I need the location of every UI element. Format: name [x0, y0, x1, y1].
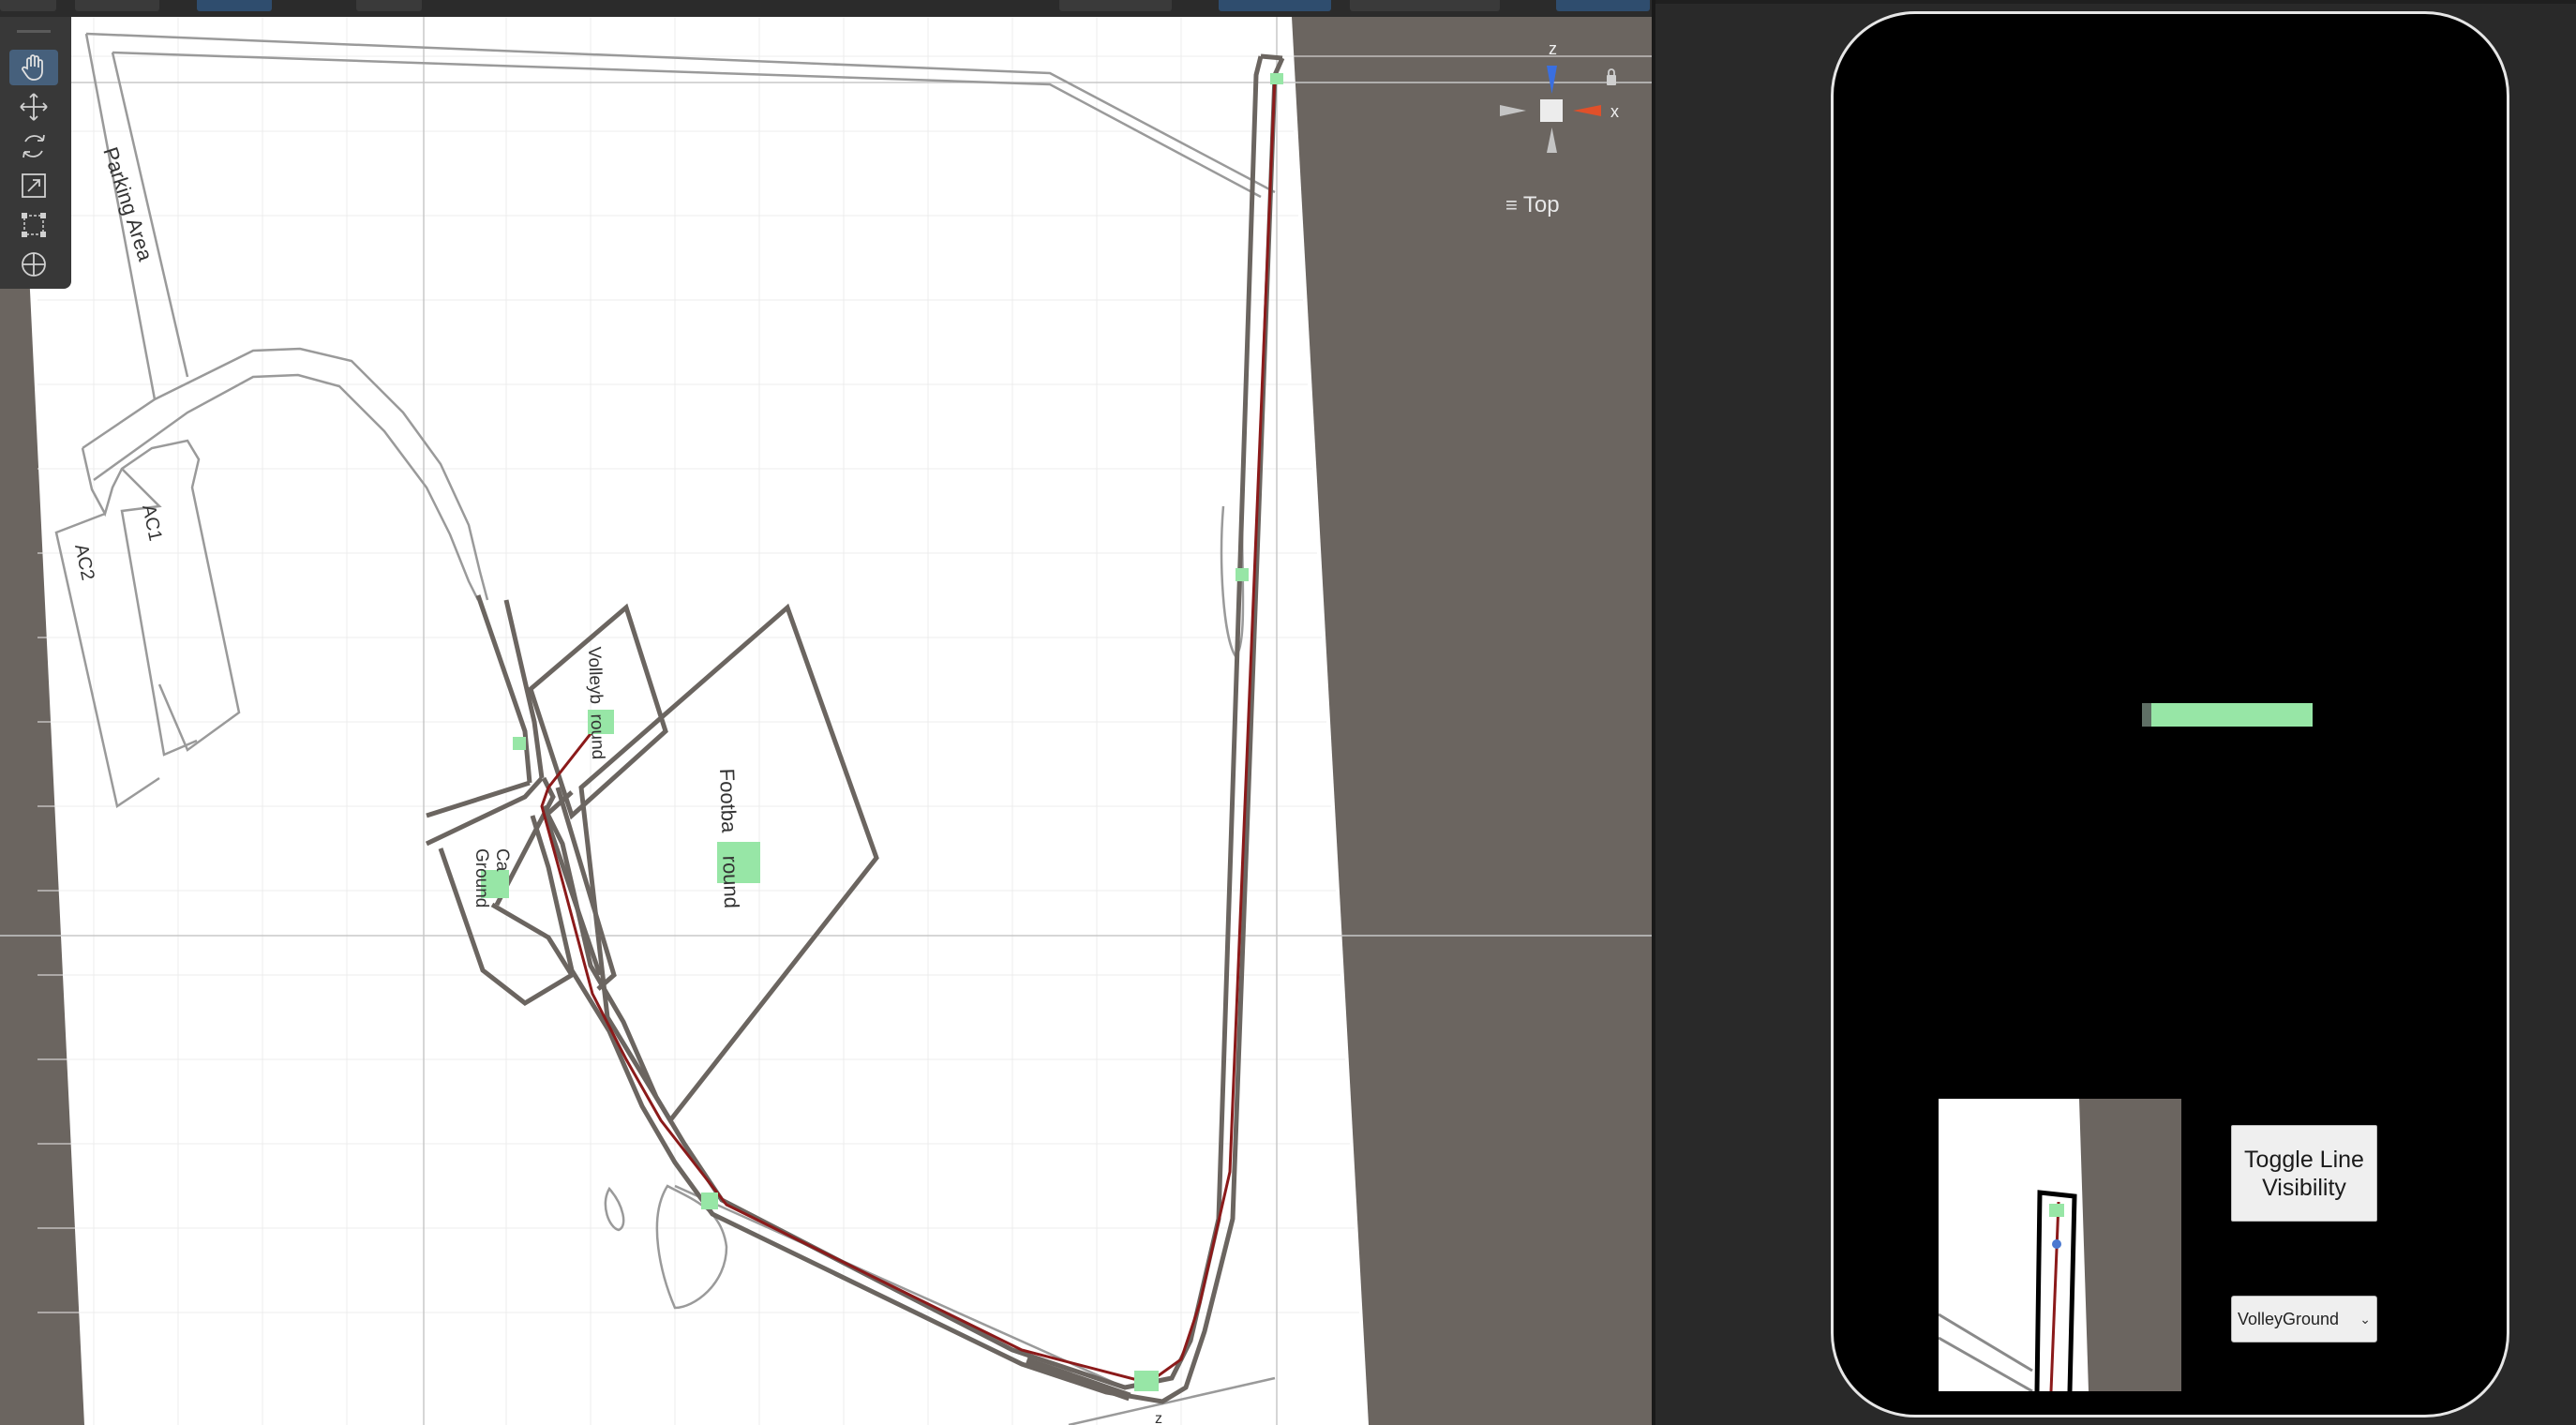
toolbar-button[interactable] — [1556, 0, 1650, 11]
toolbar-button[interactable] — [1059, 0, 1172, 11]
game-view-header — [1655, 0, 2576, 4]
toolbar-button[interactable] — [1219, 0, 1331, 11]
tool-palette — [0, 17, 71, 289]
toolbar-button[interactable] — [356, 0, 422, 11]
player-dot — [2052, 1239, 2061, 1249]
move-arrows-icon — [20, 93, 48, 121]
rect-transform-icon — [22, 213, 46, 237]
minimap-marker — [2049, 1204, 2064, 1217]
toolbar-button[interactable] — [75, 0, 159, 11]
x-axis-cone — [1573, 105, 1601, 116]
scene-canvas[interactable]: Parking Area AC1 AC2 Volleyb round Footb… — [0, 17, 1652, 1425]
cafe-ground-label-line2: Ground — [472, 848, 491, 908]
hand-tool[interactable] — [9, 50, 58, 85]
z-axis-cone — [1547, 66, 1557, 94]
scale-icon — [22, 173, 46, 198]
move-tool[interactable] — [9, 89, 58, 125]
destination-selected-value: VolleyGround — [2238, 1309, 2340, 1328]
cafe-ground-label-line1: Ca — [492, 848, 512, 872]
destination-marker-edge — [2142, 703, 2151, 727]
gizmo-x-label: x — [1610, 102, 1619, 121]
rect-tool[interactable] — [9, 207, 58, 243]
orientation-gizmo[interactable]: z x — [1490, 35, 1640, 178]
hamburger-icon: ≡ — [1505, 193, 1518, 217]
toolbar-button[interactable] — [1350, 0, 1500, 11]
minimap[interactable] — [1939, 1099, 2181, 1391]
toolbar-button[interactable] — [197, 0, 272, 11]
drag-handle[interactable] — [17, 30, 51, 33]
ground-plane — [17, 17, 1369, 1425]
rotate-tool[interactable] — [9, 128, 58, 164]
neg-z-axis-cone — [1547, 128, 1557, 153]
svg-text:z: z — [1155, 1411, 1162, 1425]
rotate-icon — [22, 134, 45, 158]
destination-marker — [2142, 703, 2313, 727]
view-mode-button[interactable]: ≡ Top — [1505, 192, 1560, 218]
toolbar-button[interactable] — [0, 0, 56, 11]
volley-ground-label: Volleyb round — [584, 646, 607, 759]
toggle-line-visibility-button[interactable]: Toggle Line Visibility — [2231, 1125, 2377, 1222]
scale-tool[interactable] — [9, 168, 58, 203]
view-mode-label: Top — [1522, 192, 1560, 218]
transform-icon — [22, 252, 46, 277]
neg-x-axis-cone — [1500, 105, 1526, 116]
gizmo-z-label: z — [1549, 39, 1557, 58]
lock-icon — [1607, 75, 1616, 85]
scene-toolbar — [0, 0, 1652, 17]
football-ground-label: Footba round — [715, 768, 743, 908]
hand-icon — [22, 54, 43, 81]
transform-tool[interactable] — [9, 247, 58, 282]
gizmo-center-cube — [1540, 99, 1563, 122]
destination-dropdown[interactable]: VolleyGround ⌄ — [2231, 1296, 2377, 1342]
scene-view[interactable]: Parking Area AC1 AC2 Volleyb round Footb… — [0, 17, 1652, 1425]
chevron-down-icon: ⌄ — [2359, 1311, 2371, 1327]
